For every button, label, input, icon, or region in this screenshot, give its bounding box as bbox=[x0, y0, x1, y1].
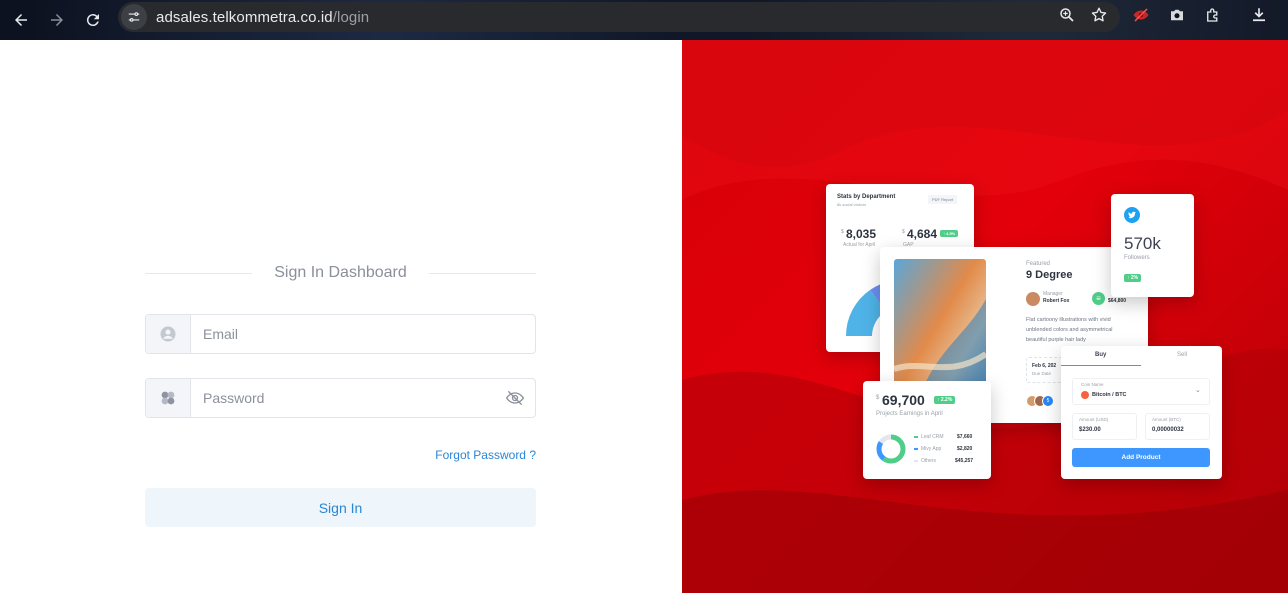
browser-toolbar: adsales.telkommetra.co.id/login bbox=[0, 0, 1288, 40]
coin-label: Coin Name bbox=[1081, 382, 1104, 387]
show-password-icon[interactable] bbox=[495, 379, 535, 417]
hero-panel: Stats by Department 8k social visitors P… bbox=[682, 40, 1288, 593]
earnings-row-value: $45,257 bbox=[955, 458, 974, 464]
earnings-currency: $ bbox=[876, 395, 880, 401]
extensions-puzzle-icon[interactable] bbox=[1204, 6, 1222, 29]
stats-value-1-label: Actual for April bbox=[843, 242, 876, 248]
featured-kicker: Featured bbox=[1026, 261, 1051, 267]
earnings-value: 69,700 bbox=[882, 392, 925, 408]
legend-dot bbox=[914, 460, 918, 462]
value1-currency: $ bbox=[841, 229, 844, 235]
earnings-row-name: Leaf CRM bbox=[921, 434, 944, 440]
featured-description-2: unblended colors and asymmetrical bbox=[1026, 327, 1113, 333]
login-panel: Sign In Dashboard Forgot Password ? Sign… bbox=[0, 40, 682, 593]
earnings-donut-chart bbox=[876, 434, 906, 464]
eye-off-extension-icon[interactable] bbox=[1132, 6, 1150, 29]
legend-dot bbox=[914, 448, 918, 450]
download-icon[interactable] bbox=[1250, 6, 1268, 29]
value2-currency: $ bbox=[902, 229, 905, 235]
earnings-row-name: Mivy App bbox=[921, 446, 942, 452]
earnings-row-value: $7,660 bbox=[957, 434, 973, 440]
forward-icon[interactable] bbox=[39, 4, 75, 36]
tab-indicator bbox=[1061, 365, 1141, 366]
coin-value: Bitcoin / BTC bbox=[1092, 392, 1127, 398]
forgot-password-link[interactable]: Forgot Password ? bbox=[400, 448, 536, 462]
camera-extension-icon[interactable] bbox=[1168, 6, 1186, 29]
tab-buy: Buy bbox=[1095, 352, 1107, 358]
address-bar[interactable]: adsales.telkommetra.co.id/login bbox=[118, 2, 1120, 32]
legend-dot bbox=[914, 436, 918, 438]
zoom-icon[interactable] bbox=[1058, 6, 1076, 29]
amount-usd-label: Amount (USD) bbox=[1079, 417, 1109, 422]
budget-value: $64,800 bbox=[1108, 298, 1127, 304]
buy-sell-card: Buy Sell Coin Name Bitcoin / BTC ⌄ Amoun… bbox=[1061, 346, 1222, 479]
amount-usd-value: $230.00 bbox=[1079, 427, 1101, 433]
featured-description-1: Flat cartoony illustrations with vivid bbox=[1026, 317, 1111, 323]
featured-description-3: beautiful purple hair lady bbox=[1026, 337, 1086, 343]
earnings-badge: ↑ 2.2% bbox=[934, 396, 956, 404]
followers-count: 570k bbox=[1124, 234, 1161, 253]
stats-title: Stats by Department bbox=[837, 194, 896, 200]
tab-sell: Sell bbox=[1177, 352, 1188, 358]
divider bbox=[428, 272, 536, 274]
pdf-report-button: PDF Report bbox=[928, 195, 958, 204]
chevron-down-icon: ⌄ bbox=[1195, 387, 1201, 394]
earnings-label: Projects Earnings in April bbox=[876, 411, 943, 417]
due-date-box bbox=[1026, 357, 1066, 383]
earnings-row-value: $2,820 bbox=[957, 446, 973, 452]
login-title-row: Sign In Dashboard bbox=[145, 263, 536, 283]
reload-icon[interactable] bbox=[75, 4, 111, 36]
manager-label: Manager bbox=[1043, 291, 1063, 297]
bookmark-star-icon[interactable] bbox=[1090, 6, 1108, 29]
team-avatar-more: 5 bbox=[1042, 395, 1054, 407]
stats-value-2-badge: ↑ 4.5% bbox=[940, 230, 959, 237]
stats-subtitle: 8k social visitors bbox=[837, 202, 867, 207]
user-icon bbox=[146, 315, 191, 353]
featured-title: 9 Degree bbox=[1026, 269, 1073, 281]
page-title: Sign In Dashboard bbox=[274, 264, 407, 281]
twitter-followers-card: 570k Followers ↑ 2% bbox=[1111, 194, 1194, 297]
key-icon bbox=[146, 379, 191, 417]
url-path: /login bbox=[332, 8, 370, 26]
site-info-icon[interactable] bbox=[121, 4, 147, 30]
projects-earnings-card: $ 69,700 ↑ 2.2% Projects Earnings in Apr… bbox=[863, 381, 991, 479]
password-field-group bbox=[145, 378, 536, 418]
manager-avatar bbox=[1026, 292, 1040, 306]
bitcoin-icon bbox=[1081, 391, 1089, 399]
stats-value-2: 4,684 bbox=[907, 227, 938, 241]
email-field-group bbox=[145, 314, 536, 354]
amount-btc-value: 0,00000032 bbox=[1152, 427, 1184, 433]
budget-icon: ≡ bbox=[1092, 292, 1105, 305]
followers-label: Followers bbox=[1124, 255, 1150, 261]
earnings-row-name: Others bbox=[921, 458, 937, 464]
stats-value-1: 8,035 bbox=[846, 227, 877, 241]
email-input[interactable] bbox=[191, 315, 535, 353]
url-text: adsales.telkommetra.co.id/login bbox=[156, 9, 369, 26]
divider bbox=[145, 272, 253, 274]
due-date-label: Due Date bbox=[1032, 371, 1052, 376]
password-input[interactable] bbox=[191, 379, 495, 417]
url-host: adsales.telkommetra.co.id bbox=[156, 8, 333, 26]
add-product-button: Add Product bbox=[1072, 448, 1210, 467]
back-icon[interactable] bbox=[3, 4, 39, 36]
manager-name: Robert Fox bbox=[1043, 298, 1070, 304]
amount-btc-label: Amount (BTC) bbox=[1152, 417, 1181, 422]
due-date: Feb 6, 202 bbox=[1032, 363, 1057, 369]
sign-in-button[interactable]: Sign In bbox=[145, 488, 536, 527]
twitter-icon bbox=[1124, 207, 1140, 223]
followers-badge: ↑ 2% bbox=[1124, 274, 1142, 282]
